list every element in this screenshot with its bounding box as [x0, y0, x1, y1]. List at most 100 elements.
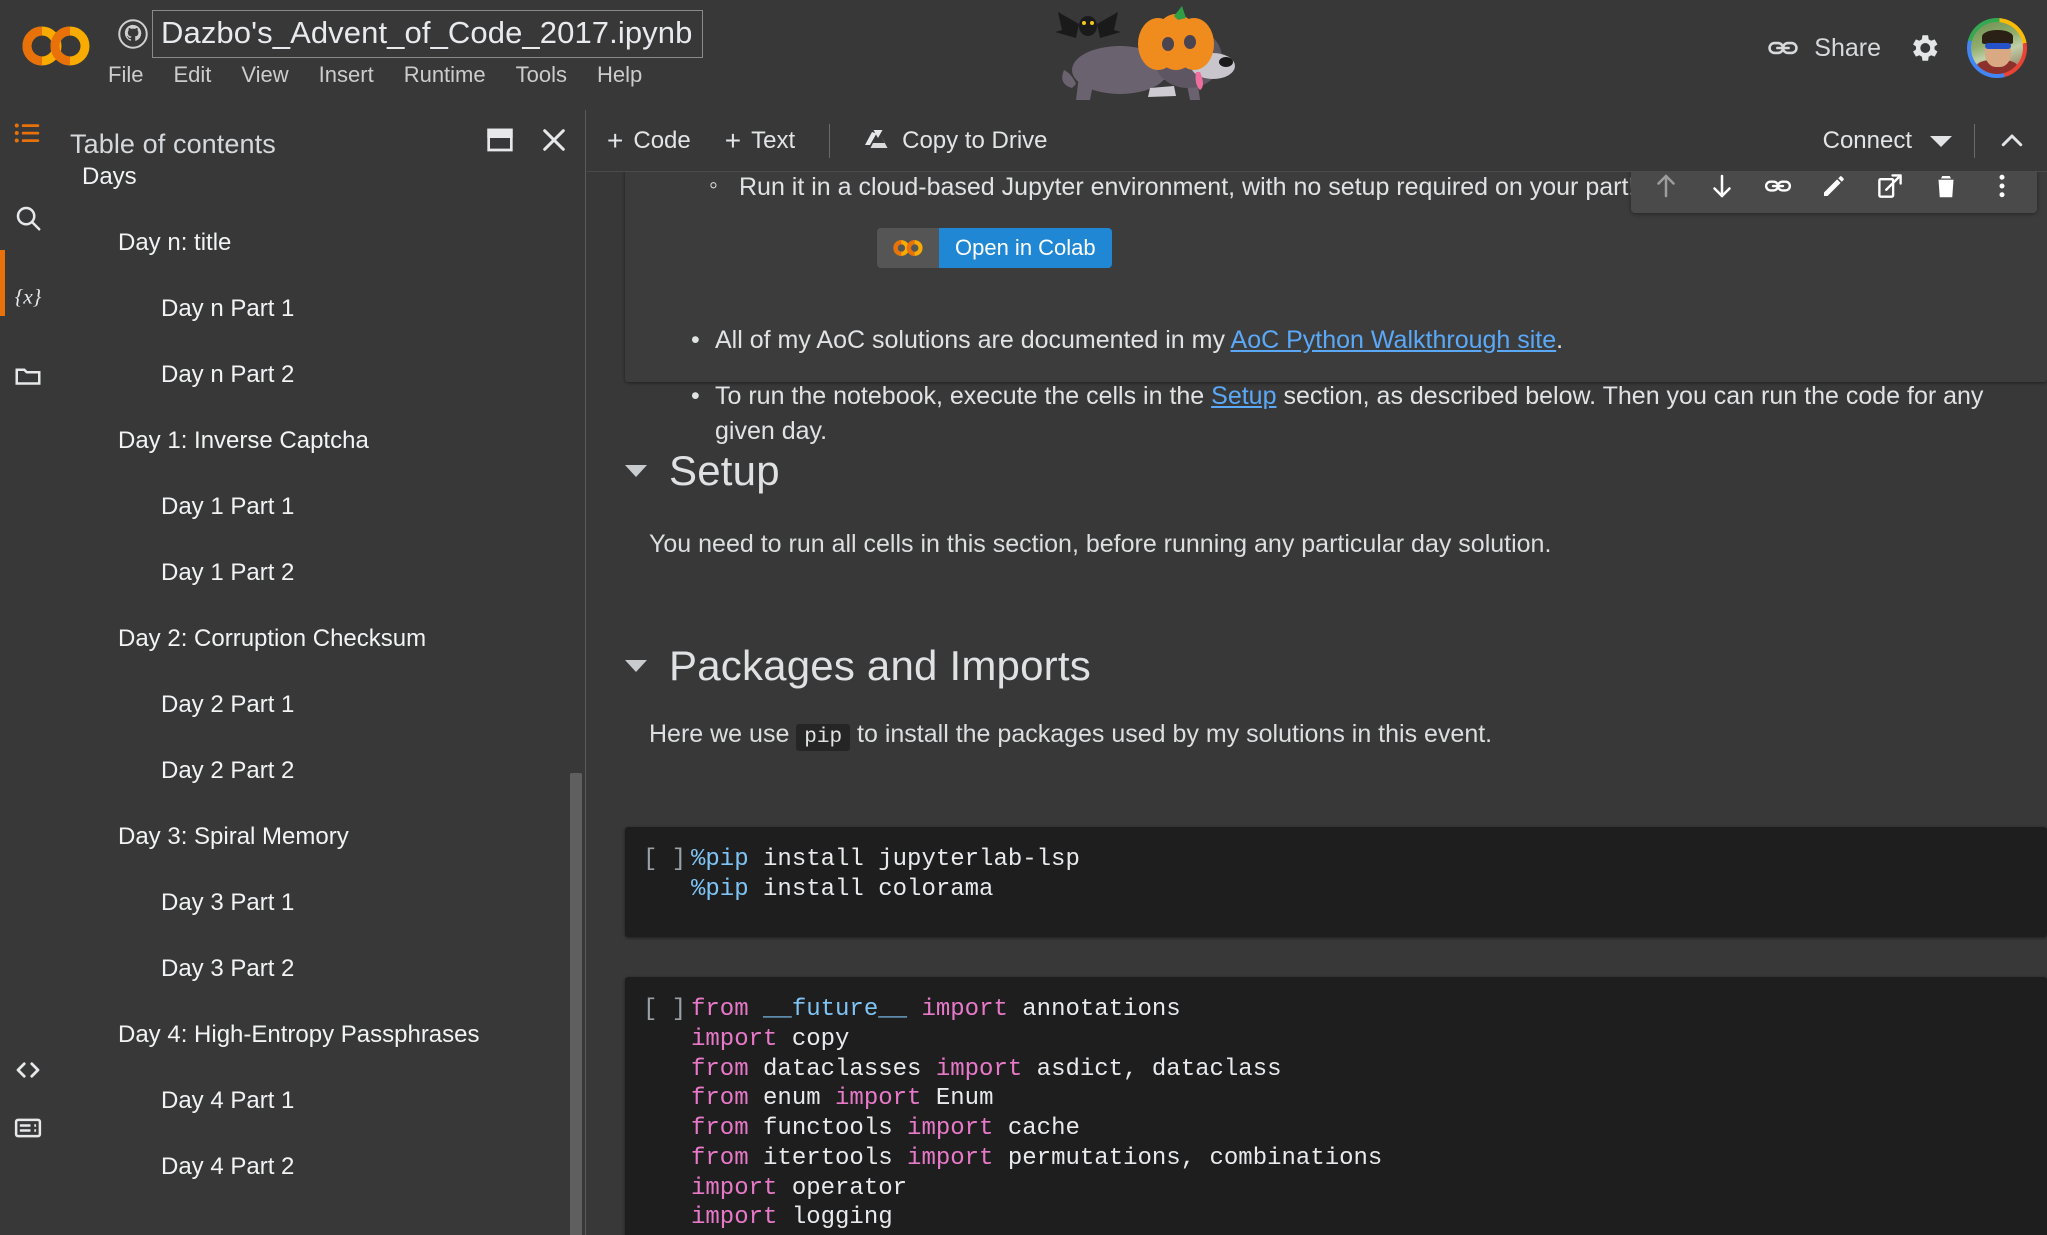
add-code-label: Code [633, 127, 691, 154]
notebook-title-input[interactable]: Dazbo's_Advent_of_Code_2017.ipynb [152, 9, 704, 59]
toc-item-label: Day 2: Corruption Checksum [118, 625, 427, 652]
add-code-cell-button[interactable]: + Code [607, 127, 691, 155]
list-item: To run the notebook, execute the cells i… [687, 379, 2017, 448]
toc-item-2[interactable]: Day n Part 1 [56, 276, 586, 342]
code-token: __future__ [763, 996, 908, 1023]
toc-item-6[interactable]: Day 1 Part 2 [56, 540, 586, 606]
add-text-cell-button[interactable]: + Text [725, 127, 795, 155]
collapse-triangle-icon[interactable] [625, 660, 647, 672]
code-cell-source[interactable]: from __future__ import annotations import… [625, 977, 2047, 1235]
toc-item-12[interactable]: Day 3 Part 2 [56, 936, 586, 1002]
connect-button[interactable]: Connect [1823, 127, 1952, 155]
colab-logo-icon [877, 228, 939, 268]
code-line: from functools import cache [691, 1114, 2029, 1144]
sidebar-item-code-snippets[interactable] [8, 1052, 48, 1092]
sidebar-item-variables[interactable]: {x} [8, 278, 48, 318]
markdown-cell-intro[interactable]: Run it in a cloud-based Jupyter environm… [625, 172, 2047, 445]
code-token: copy [777, 1025, 850, 1053]
toc-item-4[interactable]: Day 1: Inverse Captcha [56, 408, 586, 474]
open-in-new-tab-icon[interactable] [1875, 172, 1905, 201]
notebook-title-row: Dazbo's_Advent_of_Code_2017.ipynb [118, 9, 704, 59]
open-in-colab-badge[interactable]: Open in Colab [877, 228, 1112, 268]
code-token: annotations [1007, 996, 1181, 1023]
toc-item-label: Day 4 Part 1 [161, 1087, 295, 1114]
packages-paragraph: Here we use pip to install the packages … [649, 720, 1492, 751]
setup-section-link[interactable]: Setup [1211, 382, 1276, 410]
sidebar-item-terminal[interactable] [8, 1110, 48, 1150]
code-token: %pip [691, 875, 749, 903]
more-options-icon[interactable] [1987, 172, 2017, 201]
menu-runtime[interactable]: Runtime [404, 62, 486, 88]
run-cell-button[interactable]: [ ] [643, 845, 686, 875]
toc-item-7[interactable]: Day 2: Corruption Checksum [56, 606, 586, 672]
menu-file[interactable]: File [108, 62, 143, 88]
code-cell-source[interactable]: %pip install jupyterlab-lsp %pip install … [625, 827, 2047, 923]
code-token: enum [748, 1085, 836, 1113]
sidebar-item-toc[interactable] [8, 115, 48, 155]
halloween-doodle-icon [1050, 0, 1270, 110]
chevron-up-icon[interactable] [1997, 126, 2027, 156]
menu-edit[interactable]: Edit [173, 62, 211, 88]
move-cell-up-icon[interactable] [1651, 172, 1681, 201]
code-token: dataclasses [748, 1055, 936, 1083]
toc-item-3[interactable]: Day n Part 2 [56, 342, 586, 408]
chevron-down-icon[interactable] [1930, 135, 1952, 147]
aoc-walkthrough-link[interactable]: AoC Python Walkthrough site [1231, 326, 1557, 354]
menu-view[interactable]: View [241, 62, 288, 88]
code-token: import [907, 1115, 994, 1142]
toc-item-0[interactable]: Days [56, 144, 586, 210]
code-token: import [835, 1085, 922, 1113]
gear-icon[interactable] [1907, 31, 1941, 65]
toc-item-9[interactable]: Day 2 Part 2 [56, 738, 586, 804]
toc-item-13[interactable]: Day 4: High-Entropy Passphrases [56, 1002, 586, 1068]
copy-to-drive-label: Copy to Drive [902, 127, 1048, 154]
menu-tools[interactable]: Tools [516, 62, 567, 88]
menu-insert[interactable]: Insert [319, 62, 374, 88]
toc-item-14[interactable]: Day 4 Part 1 [56, 1068, 586, 1134]
code-cell[interactable]: [ ] from __future__ import annotations im… [625, 977, 2047, 1235]
setup-paragraph: You need to run all cells in this sectio… [649, 530, 1552, 558]
intro-bullet-list: Run it in a cloud-based Jupyter environm… [687, 172, 2017, 448]
toc-item-label: Days [82, 163, 137, 190]
collapse-triangle-icon[interactable] [625, 465, 647, 477]
code-token: permutations, combinations [993, 1144, 1383, 1172]
code-token: Enum [921, 1085, 994, 1113]
files-folder-icon [13, 361, 43, 396]
toc-item-label: Day 3: Spiral Memory [118, 823, 349, 850]
toc-item-5[interactable]: Day 1 Part 1 [56, 474, 586, 540]
toc-item-label: Day n: title [118, 229, 232, 256]
table-of-contents-panel: Table of contents Days Day n: title Day n … [56, 110, 586, 1235]
copy-to-drive-button[interactable]: Copy to Drive [864, 127, 1048, 155]
toc-scrollbar-thumb[interactable] [570, 773, 582, 1235]
toc-item-8[interactable]: Day 2 Part 1 [56, 672, 586, 738]
move-cell-down-icon[interactable] [1707, 172, 1737, 201]
code-line: from itertools import permutations, comb… [691, 1144, 2029, 1174]
github-icon[interactable] [118, 19, 148, 49]
toc-item-11[interactable]: Day 3 Part 1 [56, 870, 586, 936]
svg-text:{x}: {x} [15, 284, 42, 308]
sidebar-item-search[interactable] [8, 200, 48, 240]
toc-item-15[interactable]: Day 4 Part 2 [56, 1134, 586, 1200]
delete-cell-icon[interactable] [1931, 172, 1961, 201]
add-text-label: Text [751, 127, 796, 154]
toc-item-label: Day 2 Part 1 [161, 691, 295, 718]
toc-item-1[interactable]: Day n: title [56, 210, 586, 276]
code-cell[interactable]: [ ] %pip install jupyterlab-lsp %pip inst… [625, 827, 2047, 937]
run-cell-button[interactable]: [ ] [643, 995, 686, 1025]
edit-cell-icon[interactable] [1819, 172, 1849, 201]
colab-logo-icon[interactable] [18, 22, 96, 70]
toc-item-10[interactable]: Day 3: Spiral Memory [56, 804, 586, 870]
menu-help[interactable]: Help [597, 62, 642, 88]
setup-section-header: Setup [625, 447, 780, 495]
code-line: %pip install colorama [691, 875, 2029, 905]
share-button[interactable]: Share [1766, 31, 1881, 65]
setup-heading: Setup [669, 447, 780, 494]
code-line: from dataclasses import asdict, dataclas… [691, 1055, 2029, 1085]
toc-item-list[interactable]: Days Day n: title Day n Part 1 Day n Part 2… [56, 144, 586, 1201]
menu-bar: File Edit View Insert Runtime Tools Help [108, 62, 642, 88]
code-token: %pip [691, 846, 749, 873]
sidebar-item-files[interactable] [8, 358, 48, 398]
avatar[interactable] [1967, 18, 2027, 78]
packages-para-pre: Here we use [649, 720, 797, 748]
link-to-cell-icon[interactable] [1763, 172, 1793, 201]
